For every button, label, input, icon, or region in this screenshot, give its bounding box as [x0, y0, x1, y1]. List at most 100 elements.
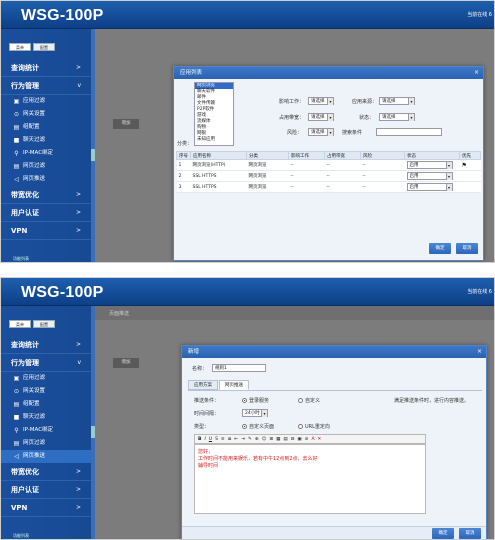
push-option-login[interactable]: 登录服务	[242, 397, 269, 404]
impact-select[interactable]: 请选择 ▾	[308, 97, 334, 105]
grid-icon[interactable]: ▦	[276, 437, 280, 442]
chat-icon: ■	[13, 137, 20, 144]
tab-config[interactable]: 配置	[33, 43, 55, 51]
tab-menu[interactable]: 菜单	[9, 43, 31, 51]
hr-icon[interactable]: ⊟	[291, 437, 295, 442]
sidebar-item-vpn[interactable]: VPN >	[1, 499, 91, 517]
ok-button[interactable]: 确定	[432, 528, 454, 539]
sidebar-item-bandwidth[interactable]: 带宽优化 >	[1, 463, 91, 481]
sidebar-sub-chat[interactable]: ■ 聊天过滤	[1, 411, 91, 424]
priority-icon[interactable]: ⚑	[462, 162, 467, 169]
status-row-select[interactable]: 启用 ▾	[406, 183, 453, 191]
table-icon[interactable]: ⊞	[269, 437, 273, 442]
rich-text-editor[interactable]: 您好， 工作时间不能用来娱乐，若有中午12点到2点，去么好 辅导时间	[194, 444, 426, 514]
list-item[interactable]: 未知应用	[195, 137, 233, 143]
underline-icon[interactable]: U	[209, 437, 212, 442]
risk-select[interactable]: 请选择 ▾	[308, 128, 334, 136]
sidebar-sub-ipmac[interactable]: ⚲ IP-MAC绑定	[1, 147, 91, 160]
status-label: 状态：	[359, 115, 375, 121]
remove-icon[interactable]: ✕	[318, 437, 322, 442]
usage-select[interactable]: 请选择 ▾	[308, 113, 334, 121]
sidebar-sub-label: IP-MAC绑定	[23, 427, 54, 433]
col-priority: 优先	[459, 151, 481, 160]
sidebar-sub-gateway[interactable]: ⊙ 网关设置	[1, 385, 91, 398]
impact-label: 影响工作：	[279, 99, 305, 105]
chevron-down-icon: ▾	[445, 184, 452, 191]
sidebar-sub-web-push[interactable]: ◁ 网页推送	[1, 450, 91, 463]
sidebar-sub-label: 网页过滤	[23, 440, 46, 446]
strike-icon[interactable]: S	[215, 437, 218, 442]
cancel-button[interactable]: 取消	[456, 243, 478, 254]
sidebar-item-vpn[interactable]: VPN >	[1, 222, 91, 240]
type-option-url-redirect[interactable]: URL重定向	[298, 423, 330, 430]
sidebar-item-behavior[interactable]: 行为管理 v	[1, 77, 91, 95]
status-row-select[interactable]: 启用 ▾	[406, 172, 453, 180]
sidebar-sub-group[interactable]: ▤ 组配置	[1, 398, 91, 411]
cell-impact: --	[288, 170, 325, 182]
close-icon[interactable]: ×	[477, 346, 482, 358]
cell-risk: --	[360, 181, 405, 193]
chevron-down-icon: ▾	[327, 129, 333, 136]
image-icon[interactable]: ▣	[297, 437, 301, 442]
sidebar-item-bandwidth[interactable]: 带宽优化 >	[1, 186, 91, 204]
sidebar-tabs: 菜单 配置	[9, 43, 55, 51]
sidebar-sub-ipmac[interactable]: ⚲ IP-MAC绑定	[1, 424, 91, 437]
tab-app-plan[interactable]: 应用方案	[188, 380, 218, 390]
add-button[interactable]: 增加	[113, 358, 139, 368]
sidebar-item-query[interactable]: 查询统计 >	[1, 59, 91, 77]
interval-select[interactable]: 24小时 ▾	[242, 409, 268, 417]
name-input[interactable]: 规则1	[212, 364, 266, 372]
gateway-icon: ⊙	[13, 111, 20, 118]
cancel-button[interactable]: 取消	[459, 528, 481, 539]
align-center-icon[interactable]: ≣	[228, 437, 232, 442]
font-color-icon[interactable]: A	[311, 437, 314, 442]
category-list[interactable]: 网页浏览 聊天软件 邮件 文件传输 P2P软件 游戏 流媒体 购物 网银 未知应…	[194, 82, 234, 146]
sidebar-sub-app-filter[interactable]: ▣ 应用过滤	[1, 372, 91, 385]
outdent-icon[interactable]: ⇤	[234, 437, 238, 442]
radio-selected-icon	[242, 424, 247, 429]
name-label: 名称：	[192, 366, 208, 372]
sidebar-sub-chat[interactable]: ■ 聊天过滤	[1, 134, 91, 147]
chevron-down-icon: ▾	[408, 114, 414, 121]
brand-logo: WSG-100P	[21, 284, 104, 301]
link-icon[interactable]: ⊕	[255, 437, 259, 442]
sidebar-sub-group[interactable]: ▤ 组配置	[1, 121, 91, 134]
source-select[interactable]: 请选择 ▾	[379, 97, 415, 105]
status-select[interactable]: 请选择 ▾	[379, 113, 415, 121]
emoticon-icon[interactable]: ☺	[262, 437, 267, 442]
edit-icon[interactable]: ✎	[248, 437, 252, 442]
sidebar-sub-gateway[interactable]: ⊙ 网关设置	[1, 108, 91, 121]
sidebar-sub-label: 网页推送	[23, 453, 46, 459]
sidebar-tabs: 菜单 配置	[9, 320, 55, 328]
sidebar-sub-web-push[interactable]: ◁ 网页推送	[1, 173, 91, 186]
list-icon[interactable]: ▤	[283, 437, 287, 442]
italic-icon[interactable]: I	[204, 437, 205, 442]
sidebar-item-query[interactable]: 查询统计 >	[1, 336, 91, 354]
ok-button[interactable]: 确定	[429, 243, 451, 254]
sidebar-item-auth[interactable]: 用户认证 >	[1, 481, 91, 499]
close-icon[interactable]: ×	[474, 67, 479, 79]
tab-menu[interactable]: 菜单	[9, 320, 31, 328]
sidebar-menu: 查询统计 > 行为管理 v ▣ 应用过滤 ⊙ 网关设置 ▤ 组配置 ■ 聊天过滤 ⚲ IP-M…	[1, 336, 91, 517]
push-option-custom[interactable]: 自定义	[298, 397, 320, 404]
sidebar-sub-app-filter[interactable]: ▣ 应用过滤	[1, 95, 91, 108]
tab-config[interactable]: 配置	[33, 320, 55, 328]
clear-format-icon[interactable]: ⊘	[305, 437, 309, 442]
indent-icon[interactable]: ⇥	[241, 437, 245, 442]
bold-icon[interactable]: B	[198, 437, 201, 442]
add-button[interactable]: 增加	[113, 119, 139, 129]
chevron-right-icon: >	[75, 64, 81, 71]
sidebar-item-behavior[interactable]: 行为管理 v	[1, 354, 91, 372]
status-row-select[interactable]: 启用 ▾	[406, 161, 453, 169]
cell-bandwidth: --	[324, 159, 361, 171]
sidebar-item-label: 查询统计	[11, 64, 39, 72]
type-option-custom-page[interactable]: 自定义页面	[242, 423, 274, 430]
usage-value: 请选择	[311, 115, 325, 120]
sidebar-sub-web-filter[interactable]: ▤ 网页过滤	[1, 160, 91, 173]
align-left-icon[interactable]: ≡	[221, 437, 225, 442]
app-filter-icon: ▣	[13, 98, 20, 105]
sidebar-sub-web-filter[interactable]: ▤ 网页过滤	[1, 437, 91, 450]
tab-web-push[interactable]: 网页推送	[219, 380, 249, 390]
search-input[interactable]	[376, 128, 442, 136]
sidebar-item-auth[interactable]: 用户认证 >	[1, 204, 91, 222]
